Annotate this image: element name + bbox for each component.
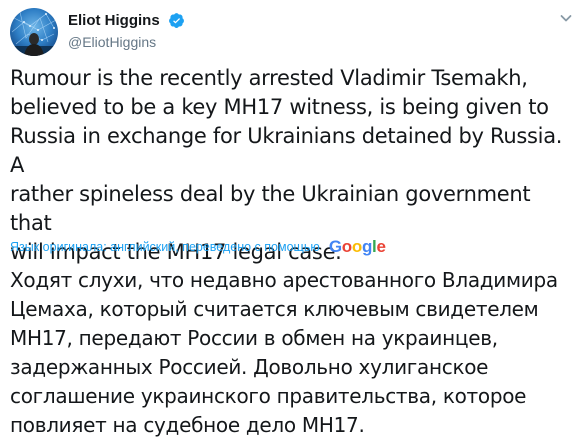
avatar[interactable] [10,8,58,56]
chevron-down-icon[interactable] [558,10,574,26]
tweet-text-line: Russia in exchange for Ukrainians detain… [10,124,563,177]
verified-badge-icon [168,12,185,29]
author-handle[interactable]: @EliotHiggins [68,32,185,52]
translated-text-line: соглашение украинского правительства, ко… [10,384,527,408]
translated-text-line: МН17, передают России в обмен на украинц… [10,326,498,350]
translated-by-link[interactable]: Язык оригинала: английский, переведено с… [10,240,320,254]
translated-text-line: задержанных Россией. Довольно хулиганско… [10,355,489,379]
tweet-text-line: Rumour is the recently arrested Vladimir… [10,66,528,90]
tweet-card: Eliot Higgins @EliotHiggins Rumour is th… [0,0,588,445]
tweet-header: Eliot Higgins @EliotHiggins [10,8,578,56]
tweet-text-line: believed to be a key MH17 witness, is be… [10,95,549,119]
translated-text-line: Цемаха, который считается ключевым свиде… [10,297,539,321]
google-logo[interactable]: Google [329,236,386,258]
translated-text-line: Ходят слухи, что недавно арестованного В… [10,268,558,292]
author-name[interactable]: Eliot Higgins [68,11,160,31]
translation-attribution: Язык оригинала: английский, переведено с… [10,236,386,258]
tweet-text-line: rather spineless deal by the Ukrainian g… [10,182,531,235]
translated-text-line: повлияет на судебное дело МН17. [10,413,365,437]
author-block: Eliot Higgins @EliotHiggins [68,10,185,52]
translated-text: Ходят слухи, что недавно арестованного В… [10,266,582,440]
